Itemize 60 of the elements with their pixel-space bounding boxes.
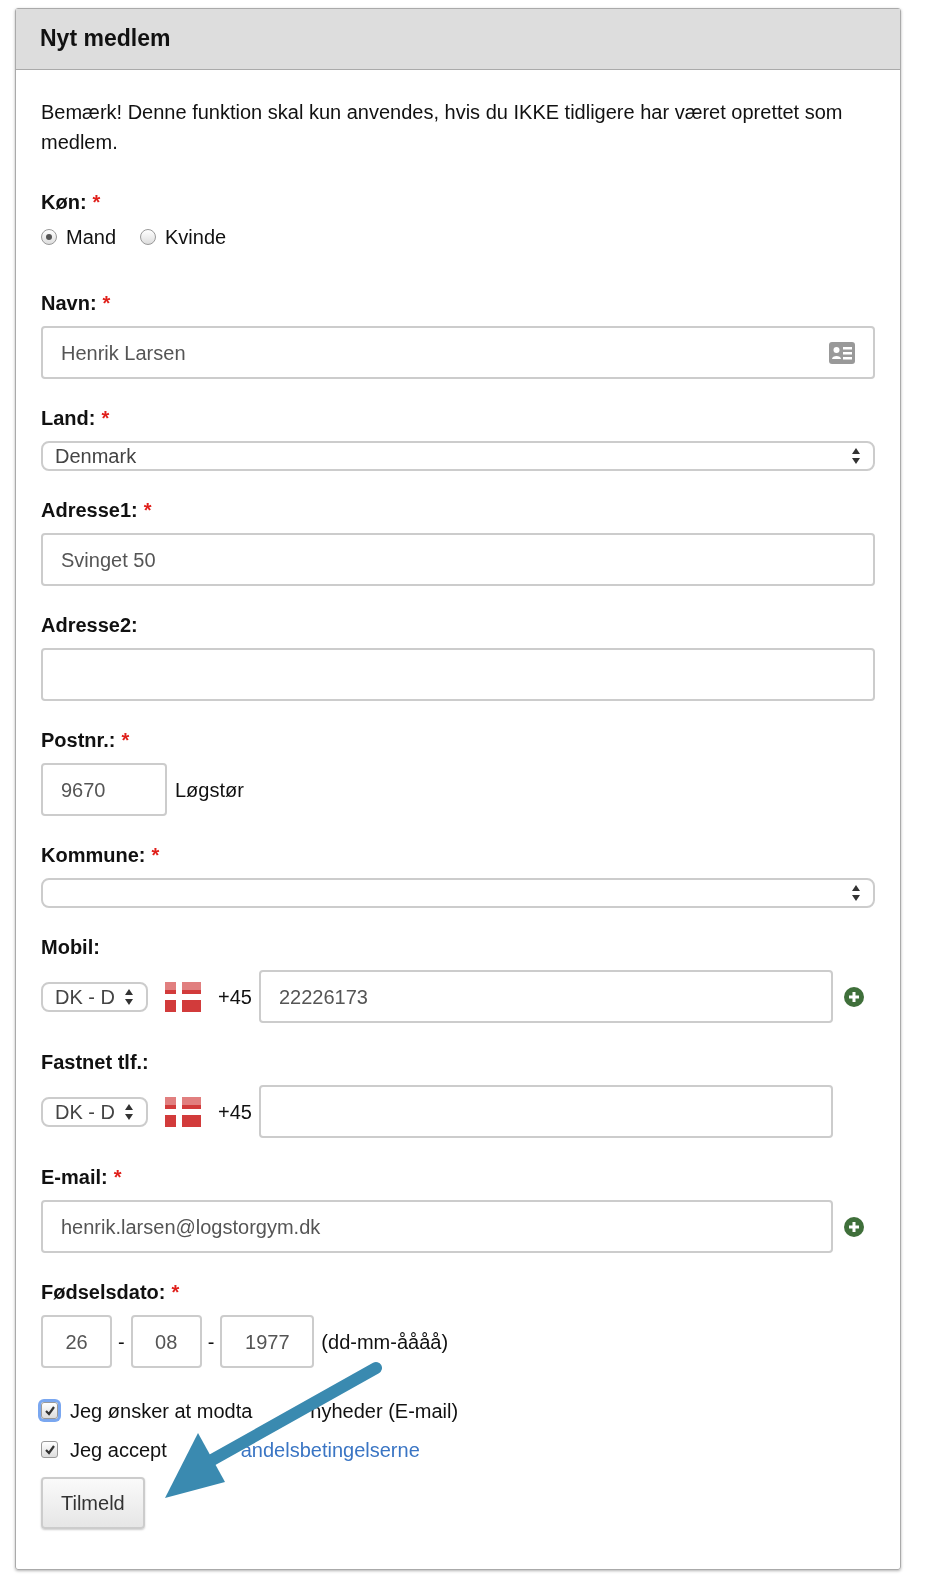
field-label: Adresse2: bbox=[41, 614, 138, 636]
field-label: Kommune: bbox=[41, 844, 146, 866]
radio-button[interactable] bbox=[41, 229, 57, 245]
checkbox[interactable] bbox=[41, 1402, 58, 1419]
required-mark: * bbox=[151, 844, 160, 866]
submit-button[interactable]: Tilmeld bbox=[41, 1477, 145, 1529]
country-select[interactable]: DK - D bbox=[41, 1096, 148, 1127]
select-arrows-icon bbox=[124, 987, 134, 1006]
phone-field[interactable]: 22226173 bbox=[258, 970, 833, 1023]
select-arrows-icon bbox=[124, 1102, 134, 1121]
select-arrows-icon bbox=[851, 447, 861, 465]
panel-title: Nyt medlem bbox=[40, 25, 171, 53]
field-label: Postnr.: bbox=[41, 729, 116, 751]
field-label: Land: bbox=[41, 407, 96, 429]
field-label: Navn: bbox=[41, 292, 97, 314]
checkbox-label: nyheder (E-mail) bbox=[310, 1398, 459, 1424]
date-separator: - bbox=[118, 1329, 125, 1355]
country-select[interactable]: DK - D bbox=[41, 981, 148, 1012]
field-label: E-mail: bbox=[41, 1166, 108, 1188]
required-mark: * bbox=[113, 1166, 122, 1188]
radio-label: Mand bbox=[66, 225, 117, 250]
field-label: Fødselsdato: bbox=[41, 1281, 166, 1303]
field-label: Køn: bbox=[41, 191, 87, 213]
field-label: Adresse1: bbox=[41, 499, 138, 521]
select-field[interactable]: Denmark bbox=[41, 441, 875, 471]
city-name: Løgstør bbox=[175, 777, 244, 803]
select-field[interactable] bbox=[41, 878, 875, 908]
checkbox-label: Jeg accept bbox=[70, 1437, 167, 1463]
required-mark: * bbox=[171, 1281, 180, 1303]
required-mark: * bbox=[143, 499, 152, 521]
phone-prefix: +45 bbox=[218, 984, 252, 1010]
notice-text: Bemærk! Denne funktion skal kun anvendes, hvis du IKKE tidligere har været oprettet som medlem. bbox=[41, 100, 844, 155]
email-field[interactable]: henrik.larsen@logstorgym.dk bbox=[41, 1200, 833, 1253]
date-separator: - bbox=[207, 1329, 215, 1355]
required-mark: * bbox=[101, 407, 110, 429]
flag-icon bbox=[165, 1096, 201, 1127]
postal-code-field[interactable]: 9670 bbox=[41, 763, 167, 816]
radio-label: Kvinde bbox=[165, 225, 227, 250]
text-field[interactable] bbox=[41, 648, 875, 701]
text-field[interactable]: Svinget 50 bbox=[41, 533, 875, 586]
required-mark: * bbox=[102, 292, 111, 314]
date-field[interactable]: 08 bbox=[130, 1315, 202, 1368]
required-mark: * bbox=[92, 191, 101, 213]
required-mark: * bbox=[121, 729, 130, 751]
checkbox[interactable] bbox=[41, 1441, 58, 1458]
checkbox-label: Jeg ønsker at modta bbox=[70, 1398, 253, 1424]
date-field[interactable]: 1977 bbox=[220, 1315, 315, 1368]
text-field[interactable]: Henrik Larsen bbox=[41, 326, 875, 379]
terms-link[interactable]: andelsbetingelserne bbox=[240, 1434, 420, 1465]
field-label: Mobil: bbox=[41, 936, 100, 958]
date-field[interactable]: 26 bbox=[41, 1315, 112, 1368]
phone-field[interactable] bbox=[258, 1085, 833, 1138]
flag-icon bbox=[165, 981, 201, 1012]
field-label: Fastnet tlf.: bbox=[41, 1051, 149, 1073]
select-arrows-icon bbox=[851, 884, 861, 902]
add-icon[interactable] bbox=[844, 986, 864, 1007]
radio-button[interactable] bbox=[140, 229, 157, 245]
phone-prefix: +45 bbox=[218, 1099, 252, 1125]
add-icon[interactable] bbox=[844, 1216, 864, 1237]
date-format-hint: (dd-mm-åååå) bbox=[321, 1329, 449, 1355]
